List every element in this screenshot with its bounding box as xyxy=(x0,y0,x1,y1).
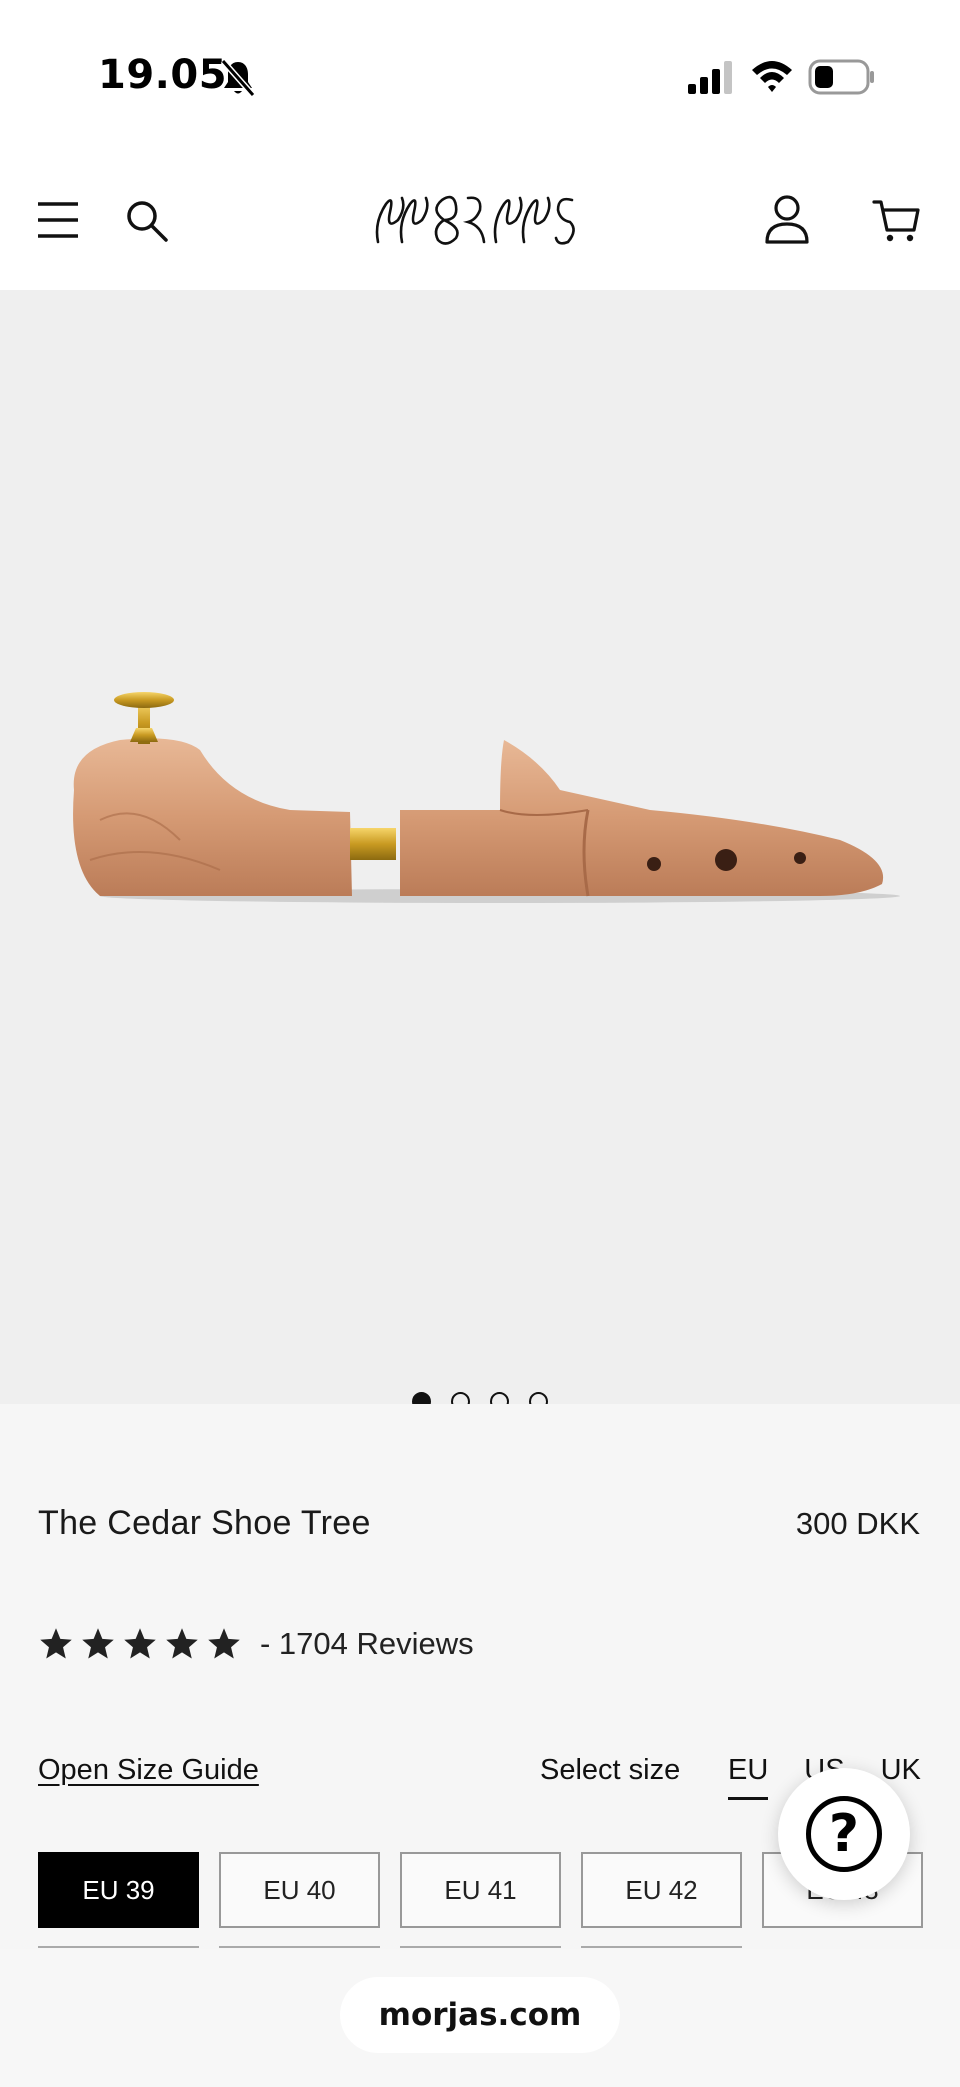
product-image[interactable] xyxy=(60,670,910,930)
star-icon xyxy=(166,1628,198,1659)
site-header xyxy=(0,150,960,290)
cart-icon[interactable] xyxy=(872,198,920,244)
bell-slash-icon xyxy=(220,59,256,97)
url-field[interactable]: morjas.com xyxy=(340,1977,620,2053)
search-icon[interactable] xyxy=(124,198,170,244)
review-count[interactable]: - 1704 Reviews xyxy=(260,1626,474,1662)
size-option[interactable]: EU 41 xyxy=(400,1852,561,1928)
status-time: 19.05 xyxy=(98,52,228,98)
browser-bar: morjas.com xyxy=(0,1949,960,2087)
size-guide-link[interactable]: Open Size Guide xyxy=(38,1754,259,1787)
size-option[interactable]: EU 42 xyxy=(581,1852,742,1928)
star-icon xyxy=(82,1628,114,1659)
size-option[interactable]: EU 40 xyxy=(219,1852,380,1928)
account-icon[interactable] xyxy=(764,194,810,244)
star-rating xyxy=(38,1626,242,1662)
product-title: The Cedar Shoe Tree xyxy=(38,1504,371,1542)
size-option[interactable]: EU 39 xyxy=(38,1852,199,1928)
unit-tab-eu[interactable]: EU xyxy=(728,1754,769,1800)
menu-icon[interactable] xyxy=(36,198,80,242)
status-bar: 19.05 xyxy=(0,0,960,150)
star-icon xyxy=(40,1628,72,1659)
product-price: 300 DKK xyxy=(795,1506,920,1541)
star-icon xyxy=(124,1628,156,1659)
select-size-label: Select size xyxy=(540,1754,681,1786)
star-icon xyxy=(208,1628,240,1659)
battery-icon xyxy=(808,59,874,95)
product-gallery[interactable] xyxy=(0,290,960,1404)
brand-logo[interactable] xyxy=(372,190,582,250)
wifi-icon xyxy=(752,61,792,92)
question-icon: ? xyxy=(806,1796,882,1872)
help-button[interactable]: ? xyxy=(778,1768,910,1900)
signal-icon xyxy=(688,61,732,94)
rating[interactable]: - 1704 Reviews xyxy=(38,1626,474,1662)
